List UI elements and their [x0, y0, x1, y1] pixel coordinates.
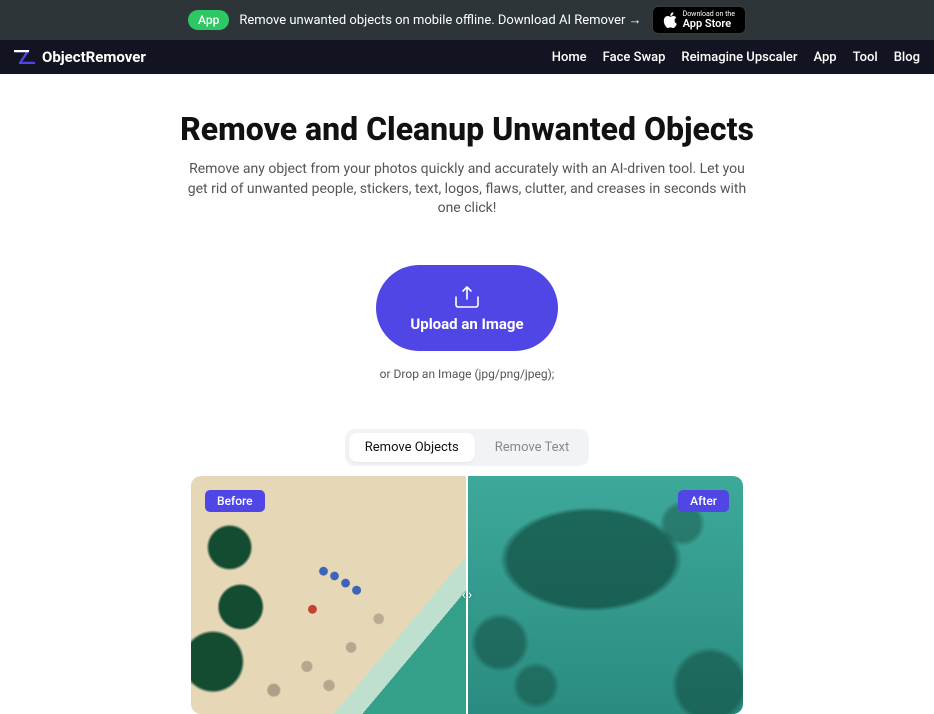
before-image: Before [191, 476, 467, 714]
nav-link-home[interactable]: Home [552, 50, 587, 65]
upload-icon [452, 285, 482, 309]
after-badge: After [678, 490, 729, 512]
nav-link-blog[interactable]: Blog [894, 50, 920, 65]
main-nav: ObjectRemover Home Face Swap Reimagine U… [0, 40, 934, 74]
appstore-text: Download on the App Store [683, 11, 735, 29]
upload-section: Upload an Image or Drop an Image (jpg/pn… [0, 265, 934, 381]
tabs-wrap: Remove Objects Remove Text [345, 429, 589, 466]
nav-link-app[interactable]: App [813, 50, 836, 65]
banner-text: Remove unwanted objects on mobile offlin… [239, 12, 641, 28]
page-subtitle: Remove any object from your photos quick… [187, 160, 747, 219]
hero: Remove and Cleanup Unwanted Objects Remo… [0, 74, 934, 219]
before-after-comparison: Before After ‹› [191, 476, 743, 714]
nav-link-tool[interactable]: Tool [853, 50, 878, 65]
logo-text: ObjectRemover [42, 48, 146, 66]
promo-banner: App Remove unwanted objects on mobile of… [0, 0, 934, 40]
apple-icon [663, 12, 677, 28]
appstore-button[interactable]: Download on the App Store [652, 6, 746, 34]
nav-link-face-swap[interactable]: Face Swap [603, 50, 666, 65]
upload-button[interactable]: Upload an Image [376, 265, 557, 351]
nav-links: Home Face Swap Reimagine Upscaler App To… [552, 50, 920, 65]
tab-remove-objects[interactable]: Remove Objects [349, 433, 475, 462]
comparison-slider[interactable]: ‹› [466, 476, 468, 714]
tab-remove-text[interactable]: Remove Text [479, 433, 585, 462]
app-badge: App [188, 10, 229, 30]
logo[interactable]: ObjectRemover [14, 48, 146, 66]
tabs: Remove Objects Remove Text [0, 429, 934, 466]
before-badge: Before [205, 490, 265, 512]
logo-icon [14, 50, 36, 64]
slider-grip-icon: ‹› [462, 587, 472, 603]
drop-hint: or Drop an Image (jpg/png/jpeg); [0, 367, 934, 381]
page-title: Remove and Cleanup Unwanted Objects [0, 110, 934, 148]
upload-label: Upload an Image [410, 315, 523, 333]
after-image: After [467, 476, 743, 714]
nav-link-reimagine-upscaler[interactable]: Reimagine Upscaler [681, 50, 797, 65]
